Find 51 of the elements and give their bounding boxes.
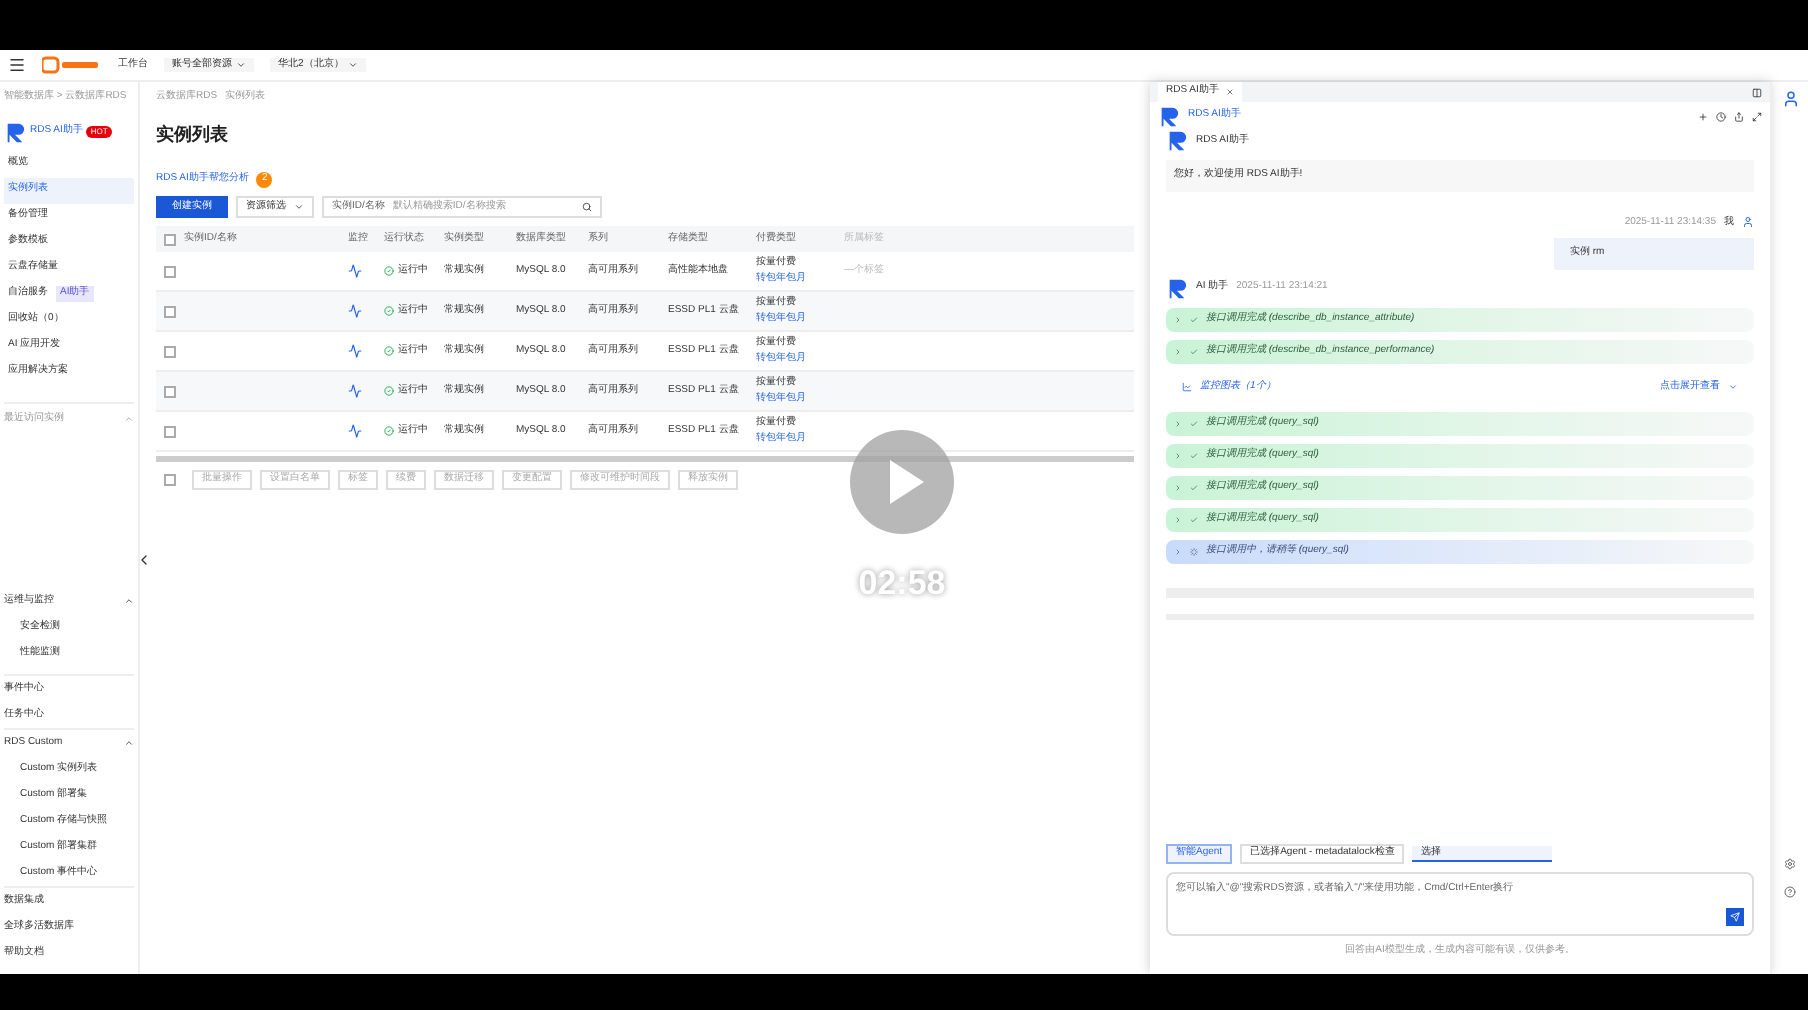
monitor-icon[interactable] (348, 384, 362, 398)
user-avatar-icon[interactable] (1781, 90, 1799, 108)
row-checkbox[interactable] (164, 345, 176, 357)
monitor-icon[interactable] (348, 344, 362, 358)
running-icon (384, 386, 394, 396)
share-icon[interactable] (1734, 111, 1744, 121)
user-avatar-icon (1742, 216, 1754, 229)
page-title: 实例列表 (156, 121, 230, 147)
check-icon (1190, 419, 1198, 427)
monitor-icon[interactable] (348, 304, 362, 318)
check-icon (1190, 483, 1198, 491)
row-checkbox[interactable] (164, 305, 176, 317)
row-checkbox[interactable] (164, 425, 176, 437)
search-icon[interactable] (582, 202, 592, 212)
logo-icon (42, 56, 102, 74)
history-icon[interactable] (1716, 111, 1726, 121)
caret-icon (236, 60, 246, 70)
running-icon (384, 346, 394, 356)
check-icon (1190, 315, 1198, 323)
collapse-icon[interactable] (124, 738, 134, 748)
check-icon (1190, 347, 1198, 355)
monitor-icon[interactable] (348, 264, 362, 278)
layout-icon[interactable] (1752, 87, 1762, 97)
play-icon[interactable] (850, 430, 954, 534)
running-icon (384, 306, 394, 316)
row-checkbox[interactable] (164, 265, 176, 277)
new-chat-icon[interactable] (1698, 111, 1708, 121)
collapse-sidebar-icon[interactable] (136, 552, 152, 568)
running-icon (384, 266, 394, 276)
select-all-checkbox[interactable] (164, 474, 176, 486)
send-icon[interactable] (1726, 907, 1744, 925)
assistant-logo-icon (1166, 130, 1188, 152)
assistant-logo-icon (1166, 277, 1188, 299)
assistant-logo-icon (4, 121, 26, 143)
monitor-icon[interactable] (348, 424, 362, 438)
caret-icon (1728, 382, 1738, 392)
chart-icon (1182, 382, 1192, 392)
running-icon (384, 426, 394, 436)
check-icon (1190, 515, 1198, 523)
caret-icon (294, 202, 304, 212)
check-icon (1190, 451, 1198, 459)
collapse-icon[interactable] (124, 596, 134, 606)
menu-icon[interactable] (8, 56, 26, 74)
expand-icon[interactable] (1752, 111, 1762, 121)
assistant-logo-icon (1158, 105, 1180, 127)
video-time: 02:58 (858, 562, 946, 606)
caret-icon (347, 60, 358, 70)
settings-icon[interactable] (1784, 858, 1796, 870)
row-checkbox[interactable] (164, 385, 176, 397)
select-all-checkbox[interactable] (164, 233, 176, 245)
help-icon[interactable] (1784, 886, 1796, 898)
